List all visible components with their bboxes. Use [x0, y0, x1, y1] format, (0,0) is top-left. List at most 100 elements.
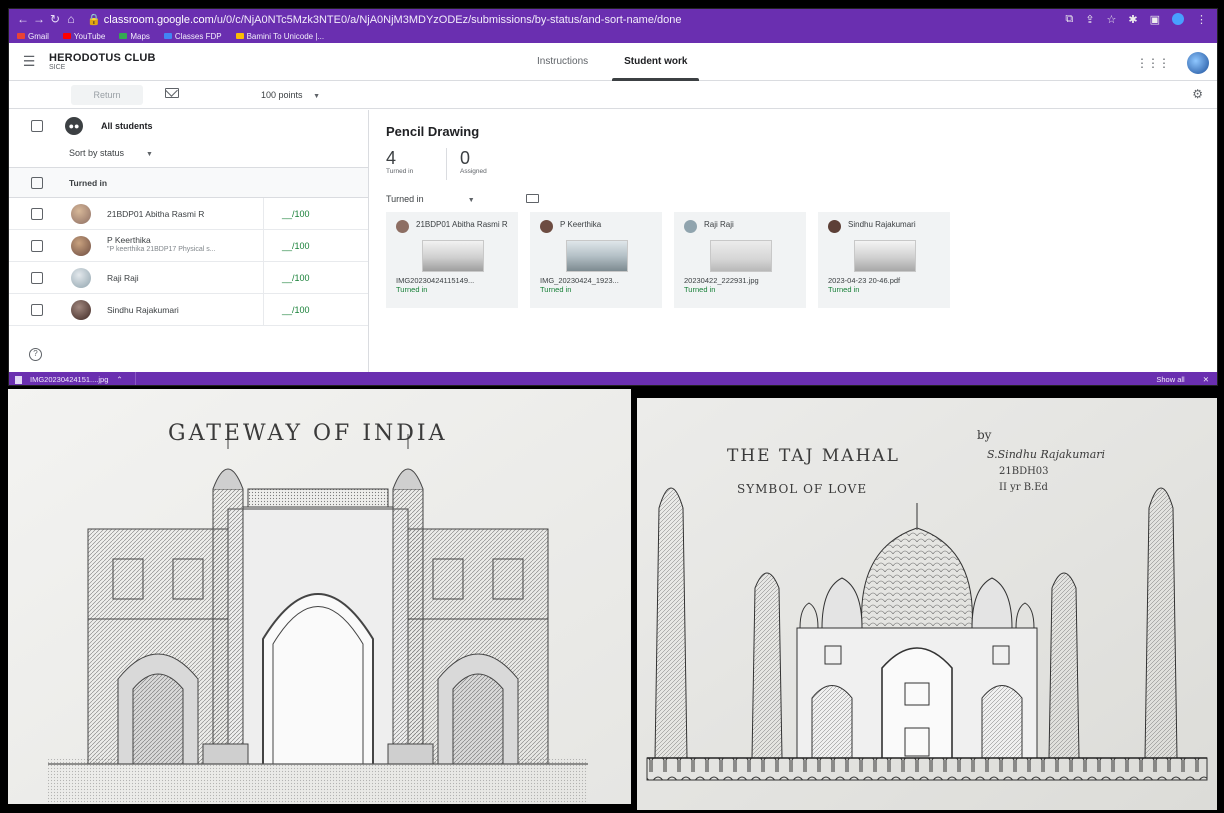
student-row[interactable]: 21BDP01 Abitha Rasmi R __/100 — [9, 198, 368, 230]
email-icon[interactable] — [165, 88, 179, 98]
browser-window: ← → ↻ ⌂ 🔒 classroom.google.com/u/0/c/NjA… — [8, 8, 1218, 386]
share-icon[interactable]: ⇪ — [1085, 13, 1094, 26]
student-checkbox[interactable] — [31, 208, 43, 220]
student-name: Raji Raji — [107, 273, 139, 283]
back-icon[interactable]: ← — [15, 12, 31, 26]
extensions-icon[interactable]: ✱ — [1128, 13, 1137, 26]
card-status: Turned in — [828, 285, 860, 294]
bookmark-maps[interactable]: Maps — [119, 32, 150, 41]
select-all-checkbox[interactable] — [31, 120, 43, 132]
stat-divider — [446, 148, 447, 180]
attachment-filename: IMG20230424115149... — [396, 276, 475, 285]
class-info[interactable]: HERODOTUS CLUB SICE — [49, 52, 156, 71]
sort-label: Sort by status — [69, 148, 125, 158]
url-path: /u/0/c/NjA0NTc5Mzk3NTE0/a/NjA0NjM3MDYzOD… — [213, 13, 682, 26]
points-label: 100 points — [261, 90, 303, 100]
attachment-thumbnail[interactable] — [854, 240, 916, 272]
taj-mahal-drawing: THE TAJ MAHAL SYMBOL OF LOVE by S.Sindhu… — [637, 398, 1217, 810]
classroom-header: ☰ HERODOTUS CLUB SICE Instructions Stude… — [9, 43, 1217, 81]
attachment-thumbnail[interactable] — [710, 240, 772, 272]
group-checkbox[interactable] — [31, 177, 43, 189]
submission-card[interactable]: P Keerthika IMG_20230424_1923... Turned … — [530, 212, 662, 308]
chevron-down-icon: ▼ — [146, 151, 153, 158]
sidepanel-icon[interactable]: ▣ — [1150, 13, 1160, 26]
student-avatar — [684, 220, 697, 233]
artist-year: II yr B.Ed — [999, 482, 1048, 493]
student-row[interactable]: P Keerthika "P keerthika 21BDP17 Physica… — [9, 230, 368, 262]
attachment-thumbnail[interactable] — [566, 240, 628, 272]
header-actions: ⋮⋮⋮ — [1136, 52, 1209, 74]
grade-field[interactable]: __/100 — [263, 230, 369, 261]
forward-icon[interactable]: → — [31, 12, 47, 26]
return-button[interactable]: Return — [71, 85, 143, 105]
submission-card[interactable]: Sindhu Rajakumari 2023-04-23 20-46.pdf T… — [818, 212, 950, 308]
browser-tools: ⧉ ⇪ ☆ ✱ ▣ ⋮ — [1065, 12, 1211, 26]
folder-icon[interactable] — [526, 194, 539, 203]
maps-icon — [119, 33, 128, 40]
account-avatar[interactable] — [1187, 52, 1209, 74]
star-icon[interactable]: ☆ — [1107, 13, 1117, 26]
show-all-button[interactable]: Show all — [1156, 375, 1184, 384]
card-student-name: P Keerthika — [560, 220, 602, 229]
card-student-name: Sindhu Rajakumari — [848, 220, 916, 229]
download-filename: IMG20230424151....jpg — [30, 375, 109, 384]
student-list-panel: ●● All students Sort by status ▼ Turned i… — [9, 110, 369, 372]
bookmark-gmail[interactable]: Gmail — [17, 32, 49, 41]
student-private-comment: "P keerthika 21BDP17 Physical s... — [107, 246, 216, 253]
tab-instructions[interactable]: Instructions — [519, 43, 606, 81]
student-checkbox[interactable] — [31, 304, 43, 316]
grade-field[interactable]: __/100 — [263, 262, 369, 293]
points-dropdown[interactable]: 100 points ▼ — [253, 85, 328, 105]
grade-field[interactable]: __/100 — [263, 294, 369, 325]
grade-field[interactable]: __/100 — [263, 198, 369, 229]
student-name: 21BDP01 Abitha Rasmi R — [107, 209, 205, 219]
artist-roll-number: 21BDH03 — [999, 466, 1049, 477]
home-icon[interactable]: ⌂ — [63, 12, 79, 26]
sort-row: Sort by status ▼ — [9, 142, 368, 168]
assignment-title: Pencil Drawing — [386, 124, 480, 139]
student-avatar — [71, 300, 91, 320]
drawing-title: GATEWAY OF INDIA — [168, 421, 448, 446]
submission-card[interactable]: 21BDP01 Abitha Rasmi R IMG20230424115149… — [386, 212, 518, 308]
filter-label: Turned in — [386, 194, 424, 204]
url-field[interactable]: 🔒 classroom.google.com/u/0/c/NjA0NTc5Mzk… — [87, 13, 1065, 26]
tab-student-work[interactable]: Student work — [606, 43, 705, 81]
hamburger-menu-icon[interactable]: ☰ — [9, 53, 49, 70]
reload-icon[interactable]: ↻ — [47, 12, 63, 26]
profile-icon[interactable] — [1172, 12, 1184, 25]
status-filter-dropdown[interactable]: Turned in ▼ — [386, 194, 475, 204]
student-avatar — [71, 204, 91, 224]
apps-grid-icon[interactable]: ⋮⋮⋮ — [1136, 56, 1170, 70]
student-checkbox[interactable] — [31, 272, 43, 284]
bookmark-bamini[interactable]: Bamini To Unicode |... — [235, 32, 324, 41]
translate-icon[interactable]: ⧉ — [1065, 13, 1073, 26]
class-title: HERODOTUS CLUB — [49, 52, 156, 64]
sort-dropdown[interactable]: Sort by status ▼ — [69, 148, 153, 158]
download-bar: IMG20230424151....jpg ⌃ Show all ✕ — [9, 372, 1217, 385]
student-name: Sindhu Rajakumari — [107, 305, 179, 315]
artist-by-label: by — [977, 428, 992, 442]
student-checkbox[interactable] — [31, 240, 43, 252]
card-status: Turned in — [396, 285, 428, 294]
settings-gear-icon[interactable]: ⚙ — [1192, 87, 1203, 101]
bookmark-classes-fdp[interactable]: Classes FDP — [163, 32, 222, 41]
student-row[interactable]: Sindhu Rajakumari __/100 — [9, 294, 368, 326]
taj-sketch — [637, 398, 1217, 810]
artist-name: S.Sindhu Rajakumari — [987, 448, 1106, 461]
download-item[interactable]: IMG20230424151....jpg ⌃ — [9, 372, 136, 385]
submission-cards: 21BDP01 Abitha Rasmi R IMG20230424115149… — [386, 212, 950, 308]
student-row[interactable]: Raji Raji __/100 — [9, 262, 368, 294]
card-status: Turned in — [684, 285, 716, 294]
menu-icon[interactable]: ⋮ — [1196, 13, 1207, 26]
group-header-turned-in: Turned in — [9, 168, 368, 198]
chevron-up-icon[interactable]: ⌃ — [116, 375, 122, 384]
close-icon[interactable]: ✕ — [1203, 375, 1209, 384]
submission-card[interactable]: Raji Raji 20230422_222931.jpg Turned in — [674, 212, 806, 308]
student-avatar — [828, 220, 841, 233]
help-icon[interactable]: ? — [29, 348, 42, 361]
attachment-thumbnail[interactable] — [422, 240, 484, 272]
assigned-stat: 0 Assigned — [460, 148, 487, 175]
bookmark-youtube[interactable]: YouTube — [62, 32, 105, 41]
bookmarks-bar: Gmail YouTube Maps Classes FDP Bamini To… — [9, 29, 1217, 43]
url-host: classroom.google.com — [103, 13, 214, 26]
